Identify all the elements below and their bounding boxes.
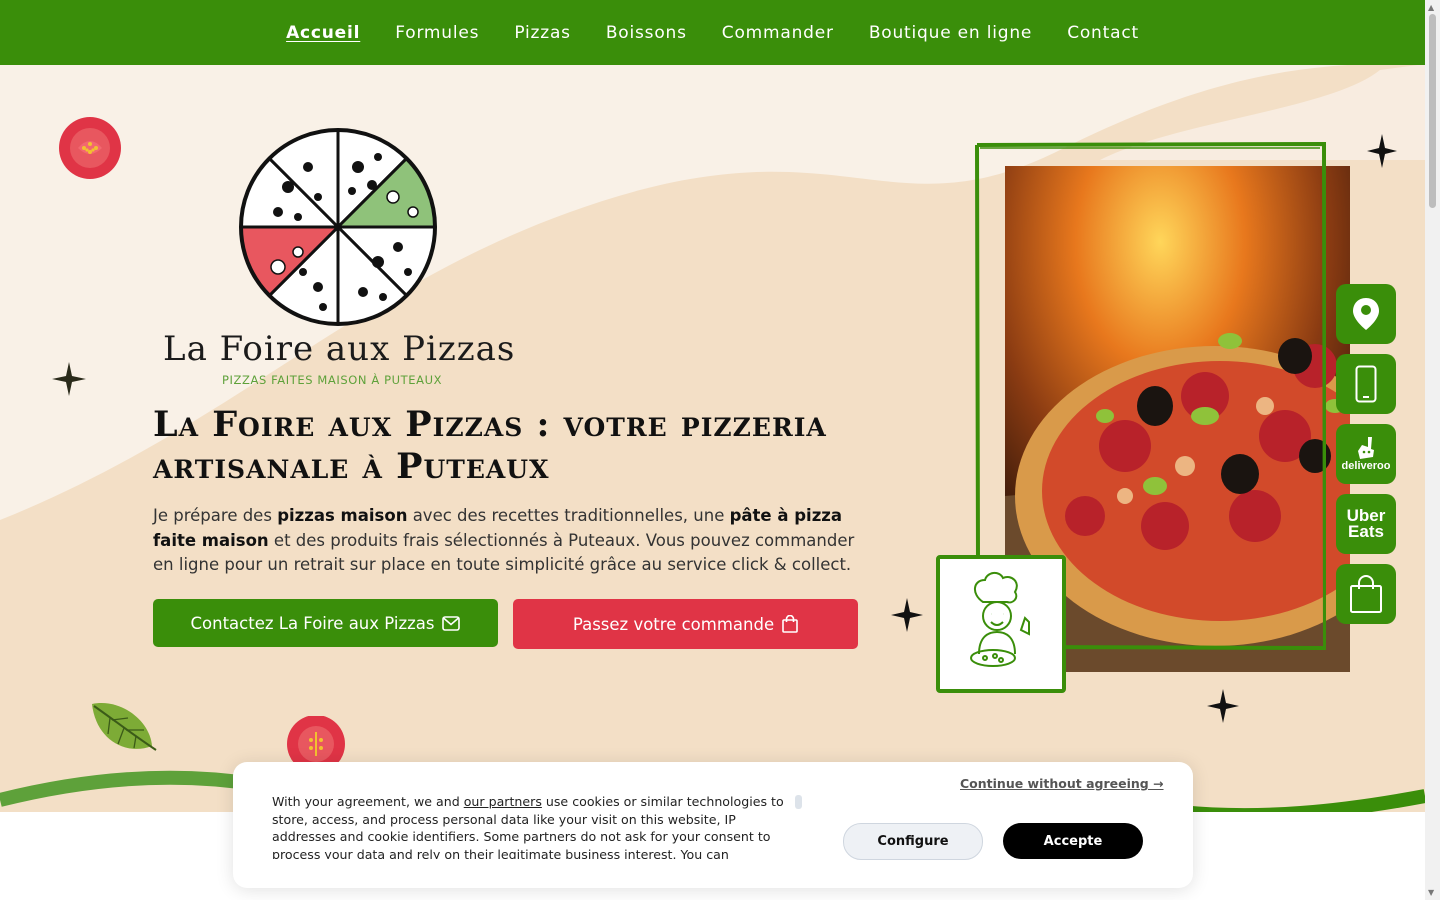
location-button[interactable]: [1336, 284, 1396, 344]
nav-link-commander[interactable]: Commander: [722, 23, 834, 43]
accept-button[interactable]: Accepte: [1003, 823, 1143, 859]
scroll-up-icon[interactable]: ▲: [1428, 3, 1434, 12]
continue-without-agreeing-link[interactable]: Continue without agreeing →: [960, 776, 1164, 791]
contact-button-label: Contactez La Foire aux Pizzas: [190, 613, 435, 633]
envelope-icon: [442, 615, 461, 631]
partners-link[interactable]: our partners: [464, 794, 542, 809]
cookie-text-scrollbar[interactable]: [795, 795, 802, 809]
nav-link-pizzas[interactable]: Pizzas: [514, 23, 571, 43]
ubereats-button[interactable]: Uber Eats: [1336, 494, 1396, 554]
contact-button[interactable]: Contactez La Foire aux Pizzas: [153, 599, 498, 647]
logo-subtitle: PIZZAS FAITES MAISON À PUTEAUX: [222, 373, 443, 387]
leaf-icon: [92, 703, 157, 751]
intro-text: avec des recettes traditionnelles, une: [407, 506, 730, 525]
page-scrollbar[interactable]: ▲ ▼: [1425, 0, 1440, 900]
nav-link-formules[interactable]: Formules: [395, 23, 479, 43]
nav-link-contact[interactable]: Contact: [1067, 23, 1139, 43]
phone-icon: [1355, 365, 1377, 403]
logo-pizza-icon: [239, 128, 437, 326]
deliveroo-label: deliveroo: [1341, 459, 1391, 472]
order-button[interactable]: Passez votre commande: [513, 599, 858, 649]
ubereats-label-2: Eats: [1348, 522, 1384, 541]
nav-link-boissons[interactable]: Boissons: [606, 23, 687, 43]
scrollbar-thumb[interactable]: [1429, 14, 1436, 208]
shopping-bag-icon: [1350, 575, 1382, 613]
cookie-text-part: With your agreement, we and: [272, 794, 464, 809]
sparkle-icon: [891, 598, 923, 632]
scroll-down-icon[interactable]: ▼: [1428, 888, 1434, 897]
page-title: La Foire aux Pizzas : votre pizzeria art…: [153, 404, 827, 487]
location-pin-icon: [1353, 298, 1379, 330]
page: La Foire aux Pizzas PIZZAS FAITES MAISON…: [0, 0, 1425, 900]
cookie-text: With your agreement, we and our partners…: [272, 793, 792, 859]
shop-button[interactable]: [1336, 564, 1396, 624]
sparkle-icon: [1367, 134, 1397, 168]
sparkle-icon: [1207, 689, 1239, 723]
shopping-bag-icon: [782, 615, 798, 633]
phone-button[interactable]: [1336, 354, 1396, 414]
cookie-banner: Continue without agreeing → With your ag…: [233, 762, 1193, 888]
deliveroo-button[interactable]: deliveroo: [1336, 424, 1396, 484]
nav-link-accueil[interactable]: Accueil: [286, 23, 360, 43]
configure-button[interactable]: Configure: [843, 823, 983, 860]
chef-illustration: [936, 555, 1066, 693]
tomato-icon: [59, 117, 121, 179]
main-nav: Accueil Formules Pizzas Boissons Command…: [0, 0, 1425, 65]
sparkle-icon: [52, 362, 86, 396]
nav-link-boutique[interactable]: Boutique en ligne: [869, 23, 1032, 43]
intro-paragraph: Je prépare des pizzas maison avec des re…: [153, 504, 863, 578]
intro-text: Je prépare des: [153, 506, 278, 525]
order-button-label: Passez votre commande: [572, 614, 775, 634]
intro-bold: pizzas maison: [277, 506, 408, 525]
deliveroo-icon: [1358, 436, 1374, 459]
logo-title: La Foire aux Pizzas: [163, 329, 516, 369]
